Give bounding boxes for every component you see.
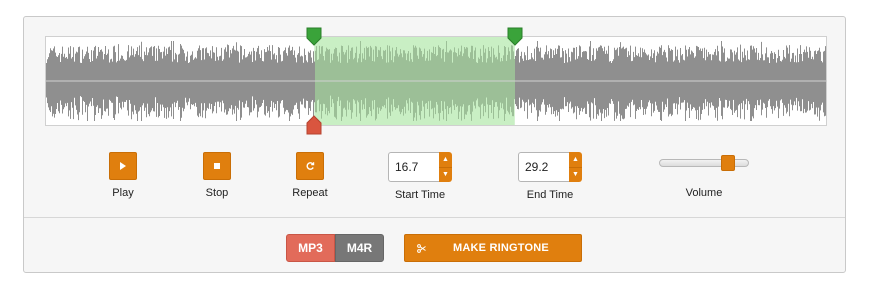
stop-button[interactable] — [203, 152, 231, 180]
start-time-arrows: ▲ ▼ — [439, 152, 452, 182]
end-marker-handle[interactable] — [507, 27, 523, 47]
volume-slider[interactable] — [659, 152, 749, 180]
end-time-input[interactable] — [518, 152, 570, 182]
volume-control: Volume — [659, 152, 749, 199]
play-button[interactable] — [109, 152, 137, 180]
end-time-down-icon[interactable]: ▼ — [569, 166, 582, 183]
make-ringtone-button[interactable]: MAKE RINGTONE — [404, 234, 582, 262]
end-time-up-icon[interactable]: ▲ — [569, 152, 582, 167]
end-time-control: ▲ ▼ End Time — [518, 152, 582, 201]
volume-label: Volume — [685, 187, 723, 199]
start-time-control: ▲ ▼ Start Time — [388, 152, 452, 201]
ringtone-editor-panel: Play Stop Repeat ▲ ▼ — [23, 16, 846, 273]
repeat-icon — [306, 162, 315, 170]
repeat-control: Repeat — [289, 152, 331, 199]
export-bar: MP3 M4R MAKE RINGTONE — [24, 218, 845, 274]
stop-icon — [214, 163, 220, 169]
stop-control: Stop — [199, 152, 235, 199]
start-time-spinner: ▲ ▼ — [388, 152, 452, 182]
format-mp3-button[interactable]: MP3 — [286, 234, 335, 262]
end-time-arrows: ▲ ▼ — [569, 152, 582, 182]
playback-controls: Play Stop Repeat ▲ ▼ — [24, 152, 845, 207]
start-time-up-icon[interactable]: ▲ — [439, 152, 452, 167]
start-time-label: Start Time — [394, 189, 446, 201]
format-m4r-button[interactable]: M4R — [335, 234, 384, 262]
play-icon — [120, 162, 126, 170]
scissors-icon — [417, 243, 431, 253]
repeat-label: Repeat — [292, 187, 328, 199]
end-time-spinner: ▲ ▼ — [518, 152, 582, 182]
volume-slider-knob[interactable] — [721, 155, 736, 171]
start-time-down-icon[interactable]: ▼ — [439, 166, 452, 183]
play-label: Play — [112, 187, 134, 199]
start-marker-handle[interactable] — [306, 27, 322, 47]
volume-slider-track[interactable] — [659, 159, 749, 167]
waveform-svg[interactable] — [46, 37, 826, 125]
stop-label: Stop — [205, 187, 229, 199]
start-time-input[interactable] — [388, 152, 440, 182]
playhead-marker-handle[interactable] — [306, 115, 322, 135]
end-time-label: End Time — [526, 189, 574, 201]
waveform-display[interactable] — [45, 36, 827, 126]
repeat-button[interactable] — [296, 152, 324, 180]
play-control: Play — [108, 152, 138, 199]
make-ringtone-label: MAKE RINGTONE — [453, 242, 549, 254]
